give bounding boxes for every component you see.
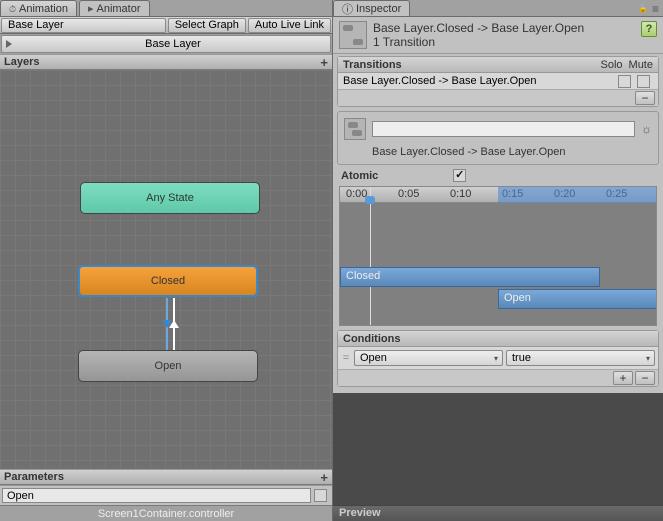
atomic-label: Atomic <box>341 170 378 182</box>
condition-value-dropdown[interactable]: true <box>506 350 655 366</box>
solo-label: Solo <box>601 59 623 71</box>
transition-range[interactable] <box>498 187 657 203</box>
layer-row[interactable]: Base Layer <box>1 35 331 53</box>
remove-condition-button[interactable]: − <box>635 371 655 385</box>
node-any-state[interactable]: Any State <box>80 182 260 214</box>
auto-live-link-button[interactable]: Auto Live Link <box>248 18 331 33</box>
lock-icon[interactable] <box>638 2 648 16</box>
parameter-name-field[interactable] <box>2 488 311 503</box>
condition-row: = Open true <box>338 347 658 370</box>
layer-label: Base Layer <box>16 38 330 50</box>
animator-toolbar: Base Layer Select Graph Auto Live Link <box>0 17 332 34</box>
transition-name-field[interactable] <box>372 121 635 137</box>
solo-checkbox[interactable] <box>618 75 631 88</box>
add-parameter-button[interactable]: + <box>320 470 328 485</box>
atomic-row: Atomic <box>333 167 663 184</box>
left-tab-bar: Animation Animator <box>0 0 332 17</box>
animator-graph[interactable]: Any State Closed Open <box>0 70 332 469</box>
inspector-subtitle: 1 Transition <box>373 35 635 49</box>
tab-label: Animation <box>19 3 68 15</box>
add-layer-button[interactable]: + <box>320 55 328 70</box>
node-open[interactable]: Open <box>78 350 258 382</box>
tab-label: Inspector <box>356 3 401 15</box>
playhead[interactable] <box>370 187 371 326</box>
arrow-up-icon <box>169 320 179 328</box>
right-tab-bar: ⓘInspector <box>333 0 663 17</box>
breadcrumb-button[interactable]: Base Layer <box>1 18 166 33</box>
condition-parameter-dropdown[interactable]: Open <box>354 350 503 366</box>
play-triangle-icon <box>6 40 12 48</box>
parameter-row <box>0 485 332 505</box>
panel-menu-icon[interactable] <box>652 2 659 16</box>
parameter-value-checkbox[interactable] <box>314 489 327 502</box>
preview-area <box>333 393 663 505</box>
tab-label: Animator <box>96 3 140 15</box>
clip-closed[interactable]: Closed <box>340 267 600 287</box>
transitions-section: Transitions Solo Mute Base Layer.Closed … <box>337 56 659 107</box>
play-icon <box>88 2 94 15</box>
select-graph-button[interactable]: Select Graph <box>168 18 246 33</box>
info-icon: ⓘ <box>342 1 353 17</box>
drag-handle-icon[interactable]: = <box>341 352 351 364</box>
breadcrumb-label: Base Layer <box>8 19 64 31</box>
transition-timeline[interactable]: 0:00 0:05 0:10 0:15 0:20 0:25 Closed Ope… <box>339 186 657 326</box>
tab-inspector[interactable]: ⓘInspector <box>333 0 410 16</box>
layers-header[interactable]: Layers + <box>0 54 332 70</box>
add-condition-button[interactable]: + <box>613 371 633 385</box>
inspector-header: Base Layer.Closed -> Base Layer.Open 1 T… <box>333 17 663 54</box>
preview-header[interactable]: Preview <box>333 505 663 521</box>
mute-label: Mute <box>629 59 653 71</box>
status-footer: Screen1Container.controller <box>0 505 332 521</box>
transition-list-item[interactable]: Base Layer.Closed -> Base Layer.Open <box>338 73 658 90</box>
inspector-title: Base Layer.Closed -> Base Layer.Open <box>373 21 635 35</box>
remove-transition-button[interactable]: − <box>635 91 655 105</box>
mute-checkbox[interactable] <box>637 75 650 88</box>
node-closed[interactable]: Closed <box>78 265 258 297</box>
transition-icon <box>344 118 366 140</box>
tab-animator[interactable]: Animator <box>79 0 150 16</box>
parameters-header[interactable]: Parameters + <box>0 469 332 485</box>
clock-icon <box>9 3 16 15</box>
transition-edge[interactable] <box>164 298 178 350</box>
transition-icon <box>339 21 367 49</box>
atomic-checkbox[interactable] <box>453 169 466 182</box>
help-icon[interactable]: ? <box>641 21 657 37</box>
transition-name-label: Base Layer.Closed -> Base Layer.Open <box>338 146 658 160</box>
clip-open[interactable]: Open <box>498 289 657 309</box>
conditions-section: Conditions = Open true + − <box>337 330 659 387</box>
tab-animation[interactable]: Animation <box>0 0 77 16</box>
gear-icon[interactable] <box>641 122 652 136</box>
timeline-ruler[interactable]: 0:00 0:05 0:10 0:15 0:20 0:25 <box>340 187 656 203</box>
transition-name-section: Base Layer.Closed -> Base Layer.Open <box>337 111 659 165</box>
